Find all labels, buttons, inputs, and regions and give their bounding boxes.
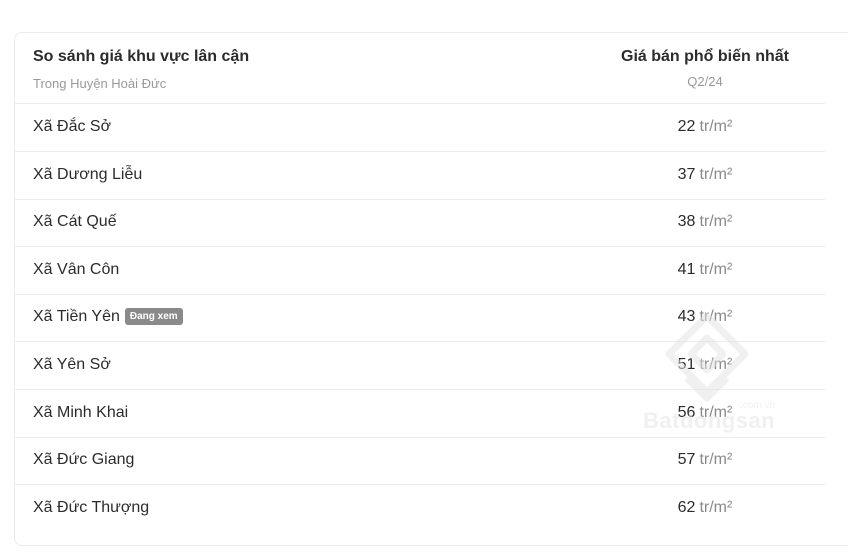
price-cell: 51 tr/m² — [575, 356, 835, 374]
area-name[interactable]: Xã Đắc Sở — [33, 118, 111, 135]
price-value: 62 — [677, 498, 696, 516]
card-title: So sánh giá khu vực lân cận — [33, 48, 250, 65]
price-unit: tr/m² — [699, 213, 733, 231]
price-cell: 22 tr/m² — [575, 118, 835, 136]
area-name-cell: Xã Tiền Yên Đang xem — [33, 308, 183, 326]
area-name[interactable]: Xã Yên Sở — [33, 356, 111, 373]
area-name[interactable]: Xã Cát Quế — [33, 213, 117, 230]
price-value: 37 — [677, 165, 696, 183]
area-name-cell: Xã Đức Thượng — [33, 499, 149, 517]
area-name[interactable]: Xã Đức Thượng — [33, 499, 149, 516]
price-column-period: Q2/24 — [687, 74, 723, 89]
area-row[interactable]: Xã Vân Côn 41 tr/m² — [15, 247, 825, 295]
price-value: 43 — [677, 308, 696, 326]
area-row[interactable]: Xã Minh Khai 56 tr/m² — [15, 390, 825, 438]
area-name-cell: Xã Đắc Sở — [33, 118, 111, 136]
price-unit: tr/m² — [699, 308, 733, 326]
price-unit: tr/m² — [699, 451, 733, 469]
area-name-cell: Xã Yên Sở — [33, 356, 111, 374]
area-name[interactable]: Xã Vân Côn — [33, 261, 119, 278]
price-cell: 62 tr/m² — [575, 499, 835, 517]
area-row[interactable]: Xã Dương Liễu 37 tr/m² — [15, 152, 825, 200]
area-name[interactable]: Xã Đức Giang — [33, 451, 134, 468]
price-cell: 41 tr/m² — [575, 261, 835, 279]
area-row[interactable]: Xã Đức Thượng 62 tr/m² — [15, 485, 825, 532]
area-name[interactable]: Xã Dương Liễu — [33, 166, 142, 183]
price-value: 41 — [677, 260, 696, 278]
area-name[interactable]: Xã Tiền Yên — [33, 308, 120, 325]
price-unit: tr/m² — [699, 356, 733, 373]
price-unit: tr/m² — [699, 403, 733, 421]
area-name-cell: Xã Đức Giang — [33, 451, 134, 469]
price-cell: 56 tr/m² — [575, 404, 835, 422]
price-unit: tr/m² — [699, 498, 733, 516]
price-column-title: Giá bán phổ biến nhất — [621, 48, 789, 65]
card-subtitle: Trong Huyện Hoài Đức — [33, 76, 167, 91]
area-row[interactable]: Xã Tiền Yên Đang xem 43 tr/m² — [15, 294, 825, 343]
price-value: 22 — [677, 118, 696, 135]
area-name-cell: Xã Cát Quế — [33, 213, 117, 231]
price-unit: tr/m² — [699, 260, 733, 278]
area-name-cell: Xã Vân Côn — [33, 261, 119, 279]
price-comparison-card: So sánh giá khu vực lân cận Trong Huyện … — [14, 32, 848, 546]
area-name[interactable]: Xã Minh Khai — [33, 404, 128, 421]
price-cell: 57 tr/m² — [575, 451, 835, 469]
price-unit: tr/m² — [699, 165, 733, 183]
price-value: 56 — [677, 403, 696, 421]
viewing-badge: Đang xem — [124, 308, 183, 326]
area-row[interactable]: Xã Cát Quế 38 tr/m² — [15, 199, 825, 248]
price-cell: 37 tr/m² — [575, 166, 835, 184]
price-value: 51 — [677, 356, 696, 373]
area-name-cell: Xã Minh Khai — [33, 404, 128, 422]
area-row[interactable]: Xã Đức Giang 57 tr/m² — [15, 437, 825, 486]
area-name-cell: Xã Dương Liễu — [33, 166, 142, 184]
price-value: 57 — [677, 451, 696, 469]
area-row[interactable]: Xã Yên Sở 51 tr/m² — [15, 342, 825, 390]
price-cell: 38 tr/m² — [575, 213, 835, 231]
area-row[interactable]: Xã Đắc Sở 22 tr/m² — [15, 104, 825, 152]
price-value: 38 — [677, 213, 696, 231]
table-header: So sánh giá khu vực lân cận Trong Huyện … — [15, 33, 825, 104]
price-unit: tr/m² — [699, 118, 733, 135]
price-cell: 43 tr/m² — [575, 308, 835, 326]
